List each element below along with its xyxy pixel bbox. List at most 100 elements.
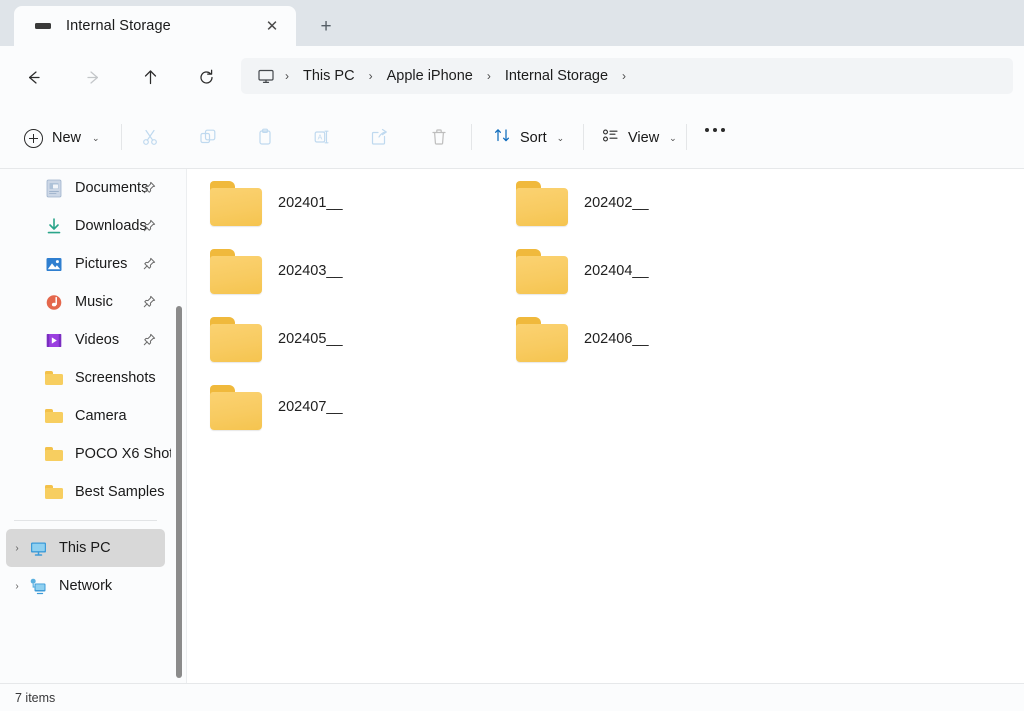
chevron-down-icon: ⌄	[92, 133, 100, 144]
sidebar-item-network[interactable]: › Network	[6, 567, 165, 605]
share-icon	[369, 127, 389, 147]
videos-icon	[44, 330, 64, 350]
view-button-label: View	[628, 130, 659, 146]
breadcrumb-item-this-pc[interactable]: This PC	[299, 68, 359, 84]
sidebar-item-music[interactable]: Music	[6, 283, 165, 321]
arrow-up-icon	[141, 68, 160, 87]
file-item[interactable]: 202403__	[188, 237, 494, 305]
sidebar-item-screenshots[interactable]: Screenshots	[6, 359, 165, 397]
scissors-icon	[140, 127, 160, 147]
refresh-button[interactable]	[189, 60, 223, 94]
folder-icon	[514, 249, 570, 294]
chevron-right-icon[interactable]: ›	[6, 543, 28, 554]
tab-internal-storage[interactable]: Internal Storage ✕	[14, 6, 296, 46]
forward-button	[76, 60, 110, 94]
file-list-view[interactable]: 202401__ 202402__ 202403__ 202404__ 2024…	[188, 169, 1024, 683]
copy-icon	[198, 127, 218, 147]
file-item[interactable]: 202405__	[188, 305, 494, 373]
chevron-down-icon: ⌄	[669, 133, 677, 144]
tab-label: Internal Storage	[66, 18, 171, 34]
sidebar-item-label: Screenshots	[75, 370, 156, 386]
folder-icon	[208, 249, 264, 294]
folder-icon	[44, 444, 64, 464]
sidebar-item-camera[interactable]: Camera	[6, 397, 165, 435]
breadcrumb-separator[interactable]: ›	[275, 69, 299, 83]
file-name: 202407__	[278, 399, 343, 415]
sidebar-item-label: Music	[75, 294, 113, 310]
title-bar: Internal Storage ✕ +	[0, 0, 1024, 46]
sidebar-item-pictures[interactable]: Pictures	[6, 245, 165, 283]
sidebar-item-this-pc[interactable]: › This PC	[6, 529, 165, 567]
downloads-icon	[44, 216, 64, 236]
arrow-left-icon	[24, 68, 43, 87]
folder-icon	[208, 385, 264, 430]
sort-button[interactable]: Sort ⌄	[483, 121, 574, 155]
trash-icon	[429, 127, 449, 147]
sidebar-item-label: Pictures	[75, 256, 127, 272]
breadcrumb-separator[interactable]: ›	[477, 69, 501, 83]
delete-button	[420, 122, 458, 152]
rename-icon: A	[312, 127, 332, 147]
cut-button	[131, 122, 169, 152]
new-button-label: New	[52, 130, 81, 146]
toolbar-divider	[121, 124, 122, 150]
pin-icon[interactable]	[142, 218, 156, 232]
arrow-right-icon	[84, 68, 103, 87]
file-item[interactable]: 202401__	[188, 169, 494, 237]
sidebar-item-label: Documents	[75, 180, 148, 196]
folder-icon	[44, 406, 64, 426]
network-icon	[28, 576, 48, 596]
sidebar-item-best-samples[interactable]: Best Samples	[6, 473, 165, 511]
this-pc-icon	[28, 538, 48, 558]
chevron-right-icon[interactable]: ›	[6, 581, 28, 592]
pin-icon[interactable]	[142, 256, 156, 270]
sidebar-item-downloads[interactable]: Downloads	[6, 207, 165, 245]
sidebar-item-label: POCO X6 Shots	[75, 446, 171, 462]
address-bar[interactable]: › This PC › Apple iPhone › Internal Stor…	[241, 58, 1013, 94]
back-button[interactable]	[16, 60, 50, 94]
file-item[interactable]: 202402__	[494, 169, 800, 237]
new-tab-button[interactable]: +	[310, 13, 342, 39]
sidebar-item-poco-x6-shots[interactable]: POCO X6 Shots	[6, 435, 165, 473]
share-button	[360, 122, 398, 152]
copy-button	[189, 122, 227, 152]
status-bar: 7 items	[0, 683, 1024, 711]
see-more-button[interactable]	[705, 128, 725, 132]
rename-button: A	[303, 122, 341, 152]
documents-icon	[44, 178, 64, 198]
refresh-icon	[197, 68, 216, 87]
sidebar-item-label: Downloads	[75, 218, 147, 234]
file-name: 202405__	[278, 331, 343, 347]
folder-icon	[44, 368, 64, 388]
view-button[interactable]: View ⌄	[591, 121, 687, 155]
music-icon	[44, 292, 64, 312]
sidebar-scrollbar-thumb[interactable]	[176, 306, 182, 678]
monitor-icon[interactable]	[255, 67, 275, 85]
sidebar-divider	[14, 520, 157, 521]
close-tab-icon[interactable]: ✕	[262, 16, 282, 36]
file-item[interactable]: 202406__	[494, 305, 800, 373]
pictures-icon	[44, 254, 64, 274]
pin-icon[interactable]	[142, 332, 156, 346]
file-name: 202403__	[278, 263, 343, 279]
sidebar-item-label: Best Samples	[75, 484, 164, 500]
view-icon	[601, 126, 620, 150]
toolbar-divider-2	[471, 124, 472, 150]
file-name: 202406__	[584, 331, 649, 347]
up-button[interactable]	[133, 60, 167, 94]
sidebar-item-documents[interactable]: Documents	[6, 169, 165, 207]
pin-icon[interactable]	[142, 180, 156, 194]
breadcrumb-item-internal-storage[interactable]: Internal Storage	[501, 68, 612, 84]
folder-icon	[514, 181, 570, 226]
file-item[interactable]: 202404__	[494, 237, 800, 305]
item-count-label: 7 items	[15, 691, 55, 705]
breadcrumb-separator[interactable]: ›	[359, 69, 383, 83]
breadcrumb-separator-trailing[interactable]: ›	[612, 69, 636, 83]
paste-button	[246, 122, 284, 152]
sort-icon	[493, 126, 512, 150]
sidebar-item-videos[interactable]: Videos	[6, 321, 165, 359]
breadcrumb-item-apple-iphone[interactable]: Apple iPhone	[383, 68, 477, 84]
file-item[interactable]: 202407__	[188, 373, 494, 441]
new-button[interactable]: New ⌄	[14, 121, 110, 155]
pin-icon[interactable]	[142, 294, 156, 308]
